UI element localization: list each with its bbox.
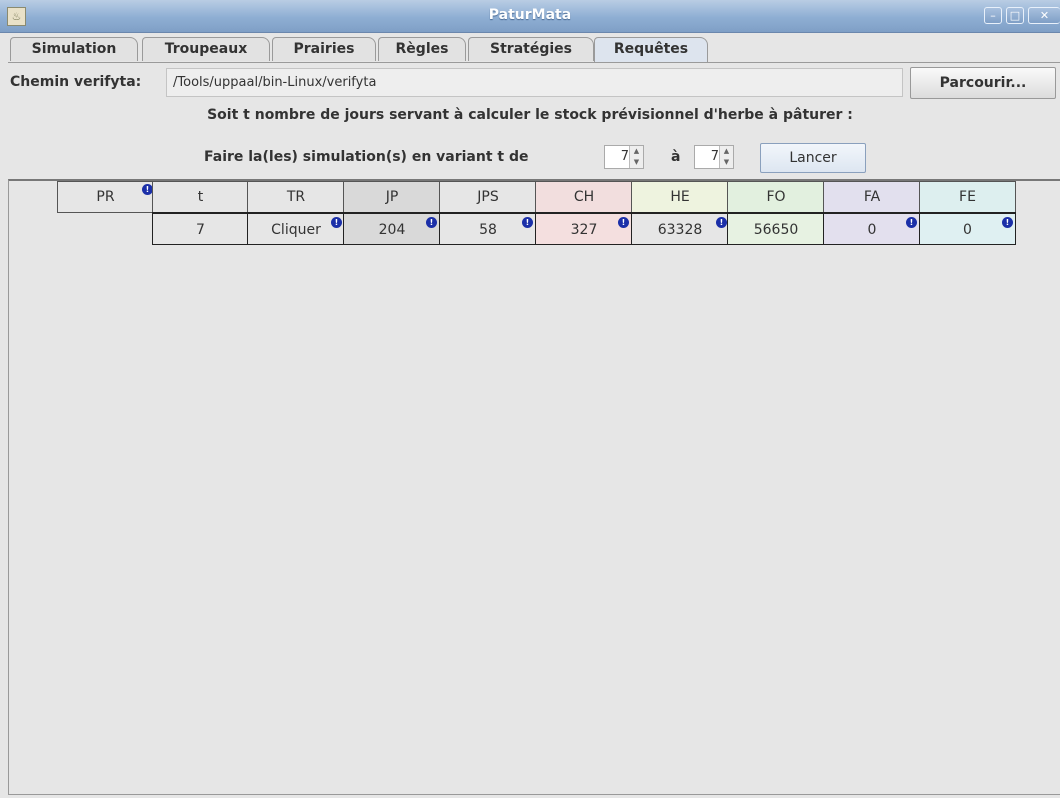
info-icon[interactable]: ! — [906, 217, 917, 228]
column-header-pr[interactable]: PR! — [57, 181, 153, 213]
cell-jp: 204! — [343, 212, 440, 245]
cell-fa: 0! — [823, 212, 920, 245]
column-header-t[interactable]: t — [152, 181, 248, 213]
tab-prairies[interactable]: Prairies — [272, 37, 376, 61]
window-title: PaturMata — [488, 7, 572, 23]
tab-requetes[interactable]: Requêtes — [594, 37, 708, 63]
info-icon[interactable]: ! — [331, 217, 342, 228]
browse-button[interactable]: Parcourir... — [910, 67, 1056, 99]
cell-he: 63328! — [631, 212, 728, 245]
minimize-button[interactable]: – — [984, 7, 1002, 24]
column-header-fa[interactable]: FA — [823, 181, 920, 213]
info-icon[interactable]: ! — [426, 217, 437, 228]
t-to-spinner[interactable]: 7 ▲ ▼ — [694, 145, 734, 169]
cell-jps: 58! — [439, 212, 536, 245]
simulation-range-label: Faire la(les) simulation(s) en variant t… — [204, 149, 529, 165]
cell-t: 7 — [152, 212, 248, 245]
range-to-label: à — [671, 149, 681, 165]
run-button[interactable]: Lancer — [760, 143, 866, 173]
t-from-spinner[interactable]: 7 ▲ ▼ — [604, 145, 644, 169]
verifyta-path-label: Chemin verifyta: — [10, 74, 142, 90]
cell-tr[interactable]: Cliquer! — [247, 212, 344, 245]
tab-strategies[interactable]: Stratégies — [468, 37, 594, 61]
column-header-fe[interactable]: FE — [919, 181, 1016, 213]
tab-troupeaux[interactable]: Troupeaux — [142, 37, 270, 61]
close-button[interactable]: ✕ — [1028, 7, 1060, 24]
title-bar: ♨ PaturMata – □ ✕ — [0, 0, 1060, 33]
spinner-arrows-icon[interactable]: ▲ ▼ — [629, 146, 643, 168]
tab-simulation[interactable]: Simulation — [10, 37, 138, 61]
spinner-arrows-icon[interactable]: ▲ ▼ — [719, 146, 733, 168]
info-icon[interactable]: ! — [522, 217, 533, 228]
tab-regles[interactable]: Règles — [378, 37, 466, 61]
cell-fe: 0! — [919, 212, 1016, 245]
info-icon[interactable]: ! — [1002, 217, 1013, 228]
column-header-he[interactable]: HE — [631, 181, 728, 213]
info-icon[interactable]: ! — [716, 217, 727, 228]
info-text: Soit t nombre de jours servant à calcule… — [207, 107, 853, 123]
column-header-ch[interactable]: CH — [535, 181, 632, 213]
cell-ch: 327! — [535, 212, 632, 245]
column-header-jps[interactable]: JPS — [439, 181, 536, 213]
t-from-value: 7 — [620, 149, 629, 164]
cell-fo: 56650 — [727, 212, 824, 245]
info-icon[interactable]: ! — [618, 217, 629, 228]
column-header-fo[interactable]: FO — [727, 181, 824, 213]
column-header-jp[interactable]: JP — [343, 181, 440, 213]
results-table-area — [8, 179, 1060, 795]
verifyta-path-field[interactable]: /Tools/uppaal/bin-Linux/verifyta — [166, 68, 903, 97]
t-to-value: 7 — [710, 149, 719, 164]
maximize-button[interactable]: □ — [1006, 7, 1024, 24]
column-header-tr[interactable]: TR — [247, 181, 344, 213]
